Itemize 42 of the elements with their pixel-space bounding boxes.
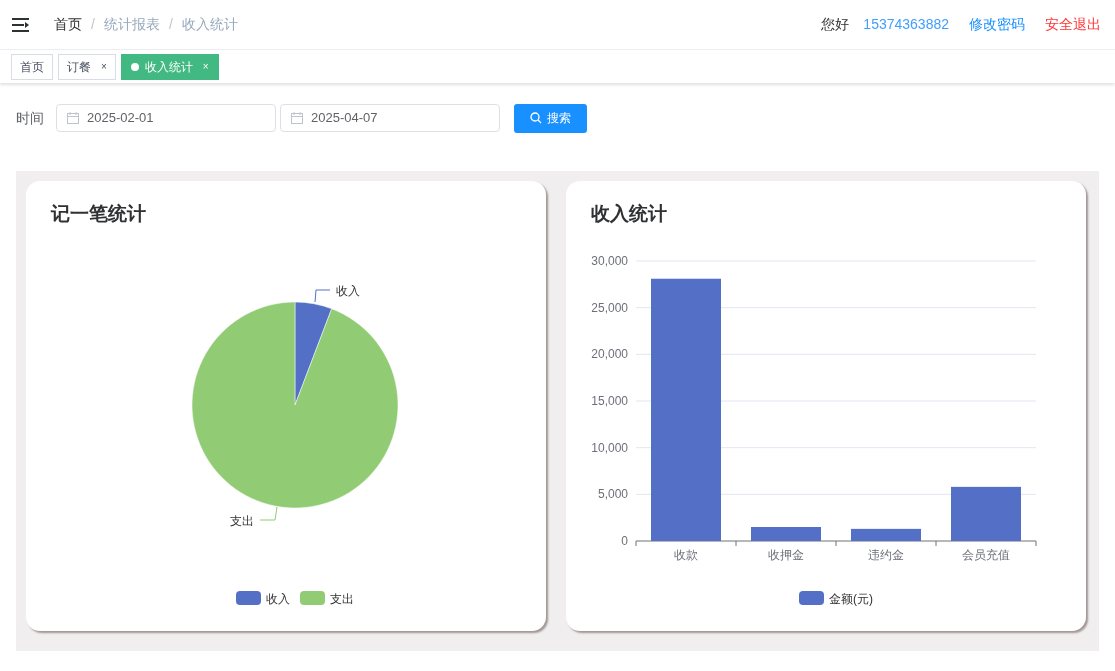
x-axis-label: 会员充值	[962, 548, 1010, 562]
y-axis-label: 30,000	[591, 254, 628, 268]
y-axis-label: 0	[621, 534, 628, 548]
x-axis-label: 违约金	[868, 548, 904, 562]
y-axis-label: 15,000	[591, 394, 628, 408]
legend-label[interactable]: 收入	[266, 592, 290, 606]
start-date-field[interactable]: 2025-02-01	[56, 104, 276, 132]
legend-label[interactable]: 金额(元)	[829, 592, 873, 606]
menu-icon[interactable]	[12, 17, 30, 32]
bar	[951, 486, 1021, 541]
logout-link[interactable]: 安全退出	[1045, 14, 1101, 35]
time-label: 时间	[16, 108, 44, 128]
slice-label: 支出	[230, 514, 254, 528]
x-axis-label: 收押金	[768, 548, 804, 562]
y-axis-label: 25,000	[591, 300, 628, 315]
y-axis-label: 5,000	[597, 487, 628, 502]
card-title: 收入统计	[591, 202, 667, 226]
greeting-text: 您好	[821, 15, 850, 34]
change-password-link[interactable]: 修改密码	[969, 14, 1025, 35]
breadcrumb-separator: /	[91, 15, 95, 34]
search-icon	[530, 112, 542, 124]
y-axis-label: 10,000	[591, 440, 628, 455]
slice-label: 收入	[336, 284, 360, 298]
bar	[751, 527, 821, 541]
legend-swatch[interactable]	[799, 591, 824, 605]
bar	[851, 528, 921, 541]
legend-swatch[interactable]	[236, 591, 261, 605]
leader-line	[259, 506, 278, 521]
page-tab[interactable]: 首页	[11, 53, 53, 80]
breadcrumb-separator: /	[168, 15, 173, 34]
y-axis-label: 20,000	[591, 347, 628, 362]
page-tab[interactable]: 订餐 ×	[58, 53, 116, 80]
card-title: 记一笔统计	[51, 202, 146, 226]
breadcrumb-item[interactable]: 首页	[54, 14, 82, 35]
legend-label[interactable]: 支出	[330, 592, 354, 606]
legend-swatch[interactable]	[300, 591, 325, 605]
close-icon[interactable]: ×	[101, 59, 107, 74]
end-date-field[interactable]: 2025-04-07	[280, 104, 500, 132]
calendar-icon	[291, 112, 303, 124]
x-axis-label: 收款	[674, 548, 698, 562]
calendar-icon	[67, 112, 79, 124]
leader-line	[314, 289, 331, 303]
